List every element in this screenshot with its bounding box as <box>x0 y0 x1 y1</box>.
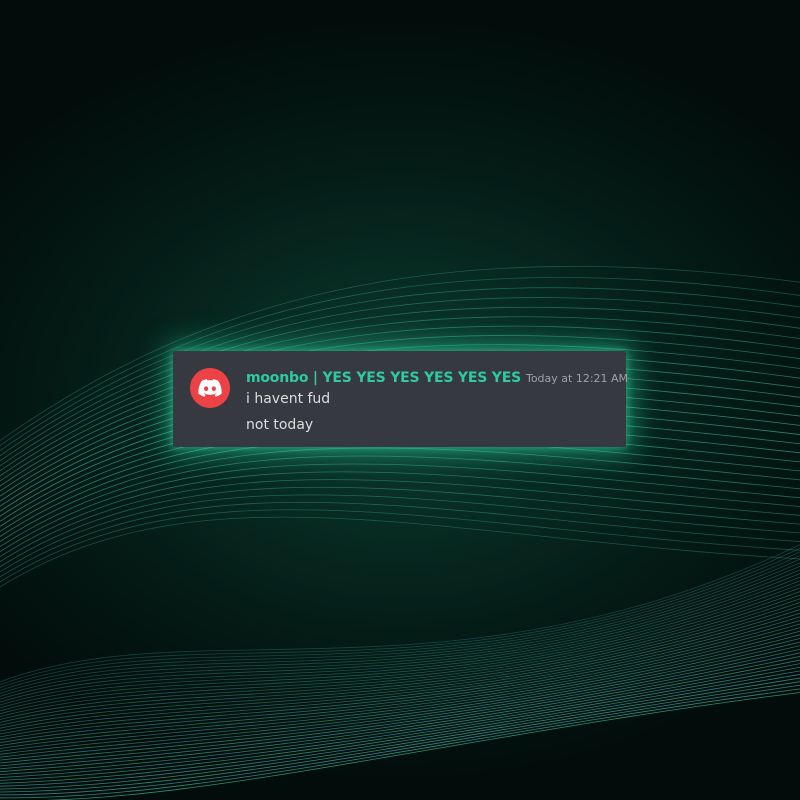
discord-message-card: moonbo | YES YES YES YES YES YES Today at… <box>173 351 628 447</box>
avatar[interactable] <box>190 368 230 408</box>
wave-line <box>0 576 800 709</box>
message-line: not today <box>246 417 314 433</box>
wave-line <box>0 479 800 563</box>
wave-line <box>0 605 800 732</box>
wave-line <box>0 688 800 799</box>
wave-line <box>0 674 800 787</box>
wave-line <box>0 447 800 543</box>
username[interactable]: moonbo | YES YES YES YES YES YES <box>246 370 521 386</box>
message-header: moonbo | YES YES YES YES YES YES Today at… <box>246 367 628 386</box>
timestamp[interactable]: Today at 12:21 AM <box>526 372 628 385</box>
discord-logo-icon <box>198 379 222 397</box>
wave-line <box>0 494 800 573</box>
wave-line <box>0 501 800 578</box>
wave-line <box>0 455 800 548</box>
wave-line <box>0 609 800 735</box>
background-canvas: moonbo | YES YES YES YES YES YES Today at… <box>0 0 800 800</box>
message-line: i havent fud <box>246 391 331 407</box>
